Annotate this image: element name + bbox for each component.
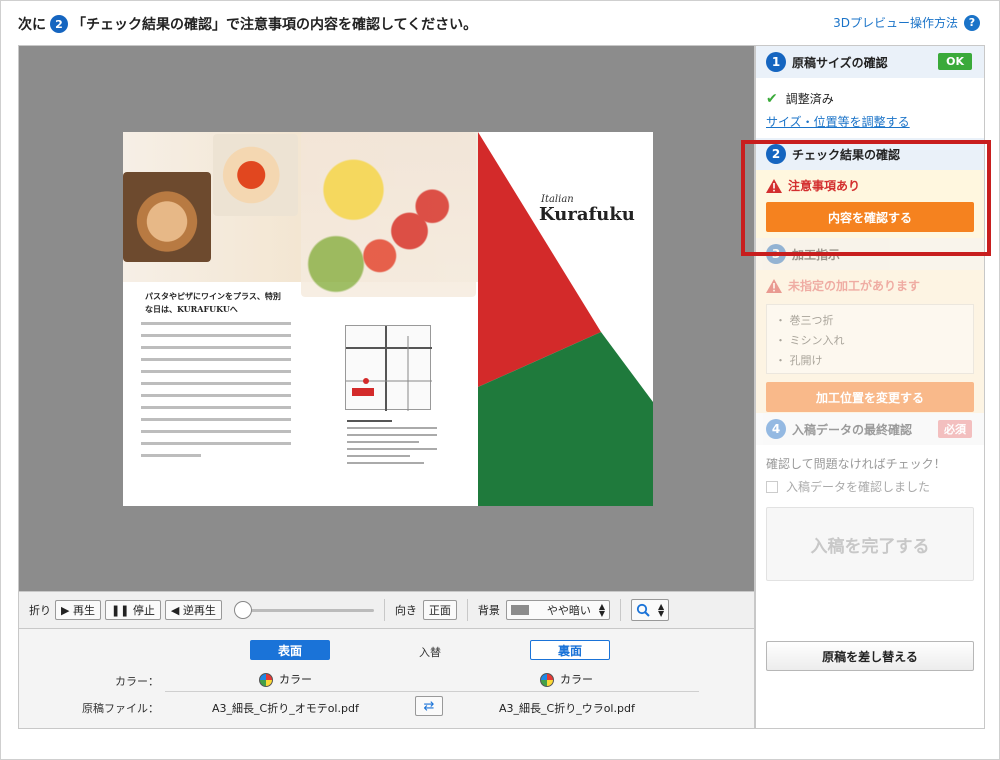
updown-arrows-icon: ▲ ▼ bbox=[598, 602, 606, 618]
playback-toolbar: 折り ▶ 再生 ❚❚ 停止 ◀ 逆再生 向き 正面 背景 やや暗い ▲ ▼ ▲ ▼ bbox=[19, 591, 754, 629]
orientation-button[interactable]: 正面 bbox=[422, 600, 457, 620]
swap-sides-button[interactable]: ⇄ bbox=[415, 696, 443, 716]
instruction-prefix: 次に bbox=[18, 17, 46, 33]
step1-header: 1 原稿サイズの確認 OK bbox=[756, 46, 984, 78]
zoom-select[interactable]: ▲ ▼ bbox=[631, 599, 670, 621]
step4-description: 確認して問題なければチェック！ bbox=[766, 457, 946, 471]
required-badge: 必須 bbox=[938, 420, 972, 438]
background-label: 背景 bbox=[477, 604, 500, 617]
change-processing-button[interactable]: 加工位置を変更する bbox=[766, 382, 974, 412]
toolbar-divider bbox=[383, 599, 385, 621]
help-link[interactable]: 3Dプレビュー操作方法 ? bbox=[833, 14, 980, 31]
page-instruction: 次に 2 「チェック結果の確認」で注意事項の内容を確認してください。 bbox=[18, 12, 477, 36]
complete-submission-button[interactable]: 入稿を完了する bbox=[766, 507, 974, 581]
step4-header: 4 入稿データの最終確認 必須 bbox=[756, 413, 984, 445]
help-link-label: 3Dプレビュー操作方法 bbox=[833, 16, 958, 30]
toolbar-divider bbox=[620, 599, 622, 621]
background-select[interactable]: やや暗い ▲ ▼ bbox=[505, 600, 611, 620]
confirm-checkbox-row[interactable]: 入稿データを確認しました bbox=[756, 478, 984, 495]
step3-section: 3 加工指示 未指定の加工があります ・ 巻三つ折 ・ ミシン入れ ・ 孔開け … bbox=[756, 238, 984, 413]
step1-title: 原稿サイズの確認 bbox=[792, 55, 888, 70]
question-icon: ? bbox=[964, 14, 980, 31]
front-side-tab[interactable]: 表面 bbox=[250, 640, 330, 660]
instruction-text: 「チェック結果の確認」で注意事項の内容を確認してください。 bbox=[72, 17, 478, 33]
magnifier-icon bbox=[636, 603, 650, 617]
confirm-checkbox[interactable] bbox=[766, 480, 778, 493]
background-swatch bbox=[510, 605, 529, 615]
replace-file-button[interactable]: 原稿を差し替える bbox=[766, 641, 974, 671]
back-color-text: カラー bbox=[560, 673, 593, 686]
preview-panel: パスタやピザにワインをプラス、特別な日は、KURAFUKUへ Italian K… bbox=[18, 45, 755, 729]
ok-badge: OK bbox=[938, 53, 972, 70]
step1-number: 1 bbox=[766, 52, 786, 72]
list-item: ・ 孔開け bbox=[775, 354, 823, 367]
processing-list: ・ 巻三つ折 ・ ミシン入れ ・ 孔開け bbox=[766, 304, 974, 374]
list-item: ・ 巻三つ折 bbox=[775, 314, 834, 327]
back-color-value: カラー bbox=[540, 671, 593, 687]
color-wheel-icon bbox=[259, 673, 273, 687]
color-row-label: カラー： bbox=[115, 675, 159, 688]
highlight-outline bbox=[741, 140, 991, 256]
fold-label: 折り bbox=[29, 604, 51, 617]
3d-preview-canvas[interactable]: パスタやピザにワインをプラス、特別な日は、KURAFUKUへ Italian K… bbox=[19, 46, 754, 591]
step4-number: 4 bbox=[766, 419, 786, 439]
step3-warning: 未指定の加工があります bbox=[756, 277, 984, 294]
slider-track bbox=[241, 609, 374, 612]
back-file-name: A3_細長_C折り_ウラol.pdf bbox=[499, 702, 635, 715]
color-wheel-icon bbox=[540, 673, 554, 687]
brochure-sheet: パスタやピザにワインをプラス、特別な日は、KURAFUKUへ Italian K… bbox=[123, 132, 653, 506]
slider-handle[interactable] bbox=[233, 601, 252, 619]
file-row-label: 原稿ファイル： bbox=[82, 702, 159, 715]
check-icon: ✔ bbox=[766, 90, 778, 107]
reverse-play-button[interactable]: ◀ 逆再生 bbox=[164, 600, 222, 620]
step1-status: ✔ 調整済み bbox=[756, 90, 984, 107]
play-button[interactable]: ▶ 再生 bbox=[55, 600, 101, 620]
step-number-badge: 2 bbox=[50, 15, 68, 33]
step3-warning-text: 未指定の加工があります bbox=[788, 279, 921, 293]
swap-label: 入替 bbox=[419, 646, 441, 659]
updown-arrows-icon: ▲ ▼ bbox=[658, 602, 665, 618]
front-color-value: カラー bbox=[259, 671, 312, 687]
confirm-checkbox-label: 入稿データを確認しました bbox=[786, 480, 931, 494]
front-file-name: A3_細長_C折り_オモテol.pdf bbox=[212, 702, 359, 715]
step4-title: 入稿データの最終確認 bbox=[792, 422, 913, 437]
brand-logo-text: Kurafuku bbox=[539, 204, 635, 225]
orientation-label: 向き bbox=[394, 604, 417, 617]
settings-divider bbox=[165, 691, 699, 692]
warning-icon bbox=[766, 278, 782, 293]
list-item: ・ ミシン入れ bbox=[775, 334, 845, 347]
background-value: やや暗い bbox=[546, 604, 591, 617]
stop-button[interactable]: ❚❚ 停止 bbox=[104, 600, 161, 620]
toolbar-divider bbox=[466, 599, 468, 621]
back-side-tab[interactable]: 裏面 bbox=[530, 640, 610, 660]
fold-panels bbox=[478, 132, 653, 506]
fold-slider[interactable] bbox=[233, 600, 374, 620]
step1-status-text: 調整済み bbox=[785, 92, 834, 106]
step4-section: 4 入稿データの最終確認 必須 確認して問題なければチェック！ 入稿データを確認… bbox=[756, 413, 984, 581]
adjust-size-link[interactable]: サイズ・位置等を調整する bbox=[756, 113, 984, 130]
front-color-text: カラー bbox=[279, 673, 312, 686]
